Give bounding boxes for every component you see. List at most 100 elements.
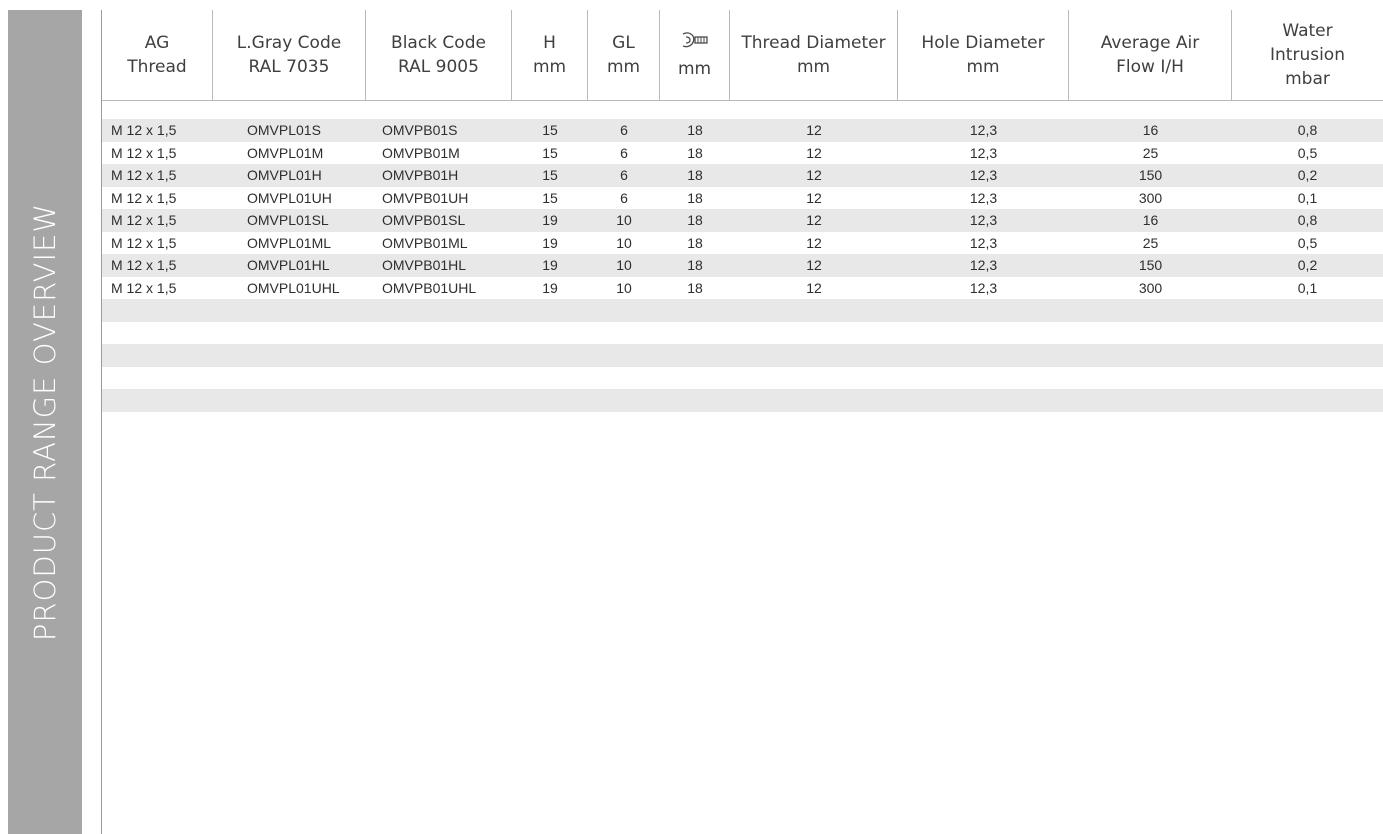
cell-black-code: OMVPB01HL [382,257,467,274]
cell-thread-diameter: 12 [806,257,822,274]
table-row: M 12 x 1,5 OMVPL01H OMVPB01H 15 6 18 12 12,3 150… [102,164,1383,187]
cell-ag-thread: M 12 x 1,5 [111,234,177,251]
cell-average-air-flow: 300 [1138,279,1163,296]
cell-light-gray-code: OMVPL01ML [247,234,332,251]
cell-wrench-mm: 18 [687,234,703,251]
cell-light-gray-code: OMVPL01SL [247,212,329,229]
cell-h-mm: 19 [542,234,558,251]
cell-hole-diameter: 12,3 [969,257,998,274]
cell-average-air-flow: 25 [1142,234,1159,251]
cell-gl-mm: 10 [616,279,632,296]
header-hole-diameter: Hole Diameter mm [898,10,1069,100]
cell-thread-diameter: 12 [806,234,822,251]
header-h-mm: Hmm [512,10,588,100]
cell-water-intrusion: 0,1 [1297,279,1318,296]
cell-ag-thread: M 12 x 1,5 [111,144,177,161]
cell-water-intrusion: 0,5 [1297,144,1318,161]
header-black-code-line: Black Code [391,33,486,53]
cell-water-intrusion: 0,8 [1297,212,1318,229]
header-gl-mm-line: GL [612,33,635,53]
cell-ag-thread: M 12 x 1,5 [111,257,177,274]
cell-h-mm: 19 [542,279,558,296]
cell-light-gray-code: OMVPL01HL [247,257,330,274]
cell-average-air-flow: 150 [1138,167,1163,184]
cell-h-mm: 15 [542,189,558,206]
header-water-intrusion-line: Intrusion [1270,45,1345,65]
cell-water-intrusion: 0,2 [1297,167,1318,184]
cell-h-mm: 15 [542,122,558,139]
header-h-mm-line: mm [532,57,567,77]
cell-black-code: OMVPB01UHL [382,279,477,296]
cell-hole-diameter: 12,3 [969,144,998,161]
header-gl-mm-line: mm [606,57,641,77]
cell-wrench-mm: 18 [687,122,703,139]
header-gl-mm: GL mm [588,10,660,100]
cell-light-gray-code: OMVPL01UHL [247,279,340,296]
cell-hole-diameter: 12,3 [969,279,998,296]
table-row [102,389,1383,412]
cell-gl-mm: 6 [620,122,628,139]
cell-h-mm: 19 [542,212,558,229]
cell-light-gray-code: OMVPL01S [247,122,321,139]
cell-black-code: OMVPB01UH [382,189,469,206]
table-row [102,367,1383,390]
header-black-code: Black Code RAL 9005 [366,10,512,100]
cell-ag-thread: M 12 x 1,5 [111,189,177,206]
cell-water-intrusion: 0,2 [1297,257,1318,274]
header-ag-thread-line: AG [144,33,170,53]
table-header: AG Thread L.Gray Code RAL 7035 Black Code RAL… [102,10,1383,101]
table-row [102,322,1383,345]
header-light-gray-code: L.Gray Code RAL 7035 [213,10,366,100]
table-row: M 12 x 1,5 OMVPL01ML OMVPB01ML 19 10 18 12 12,3… [102,232,1383,255]
cell-black-code: OMVPB01S [382,122,458,139]
header-thread-diameter: Thread Diameter mm [730,10,898,100]
cell-black-code: OMVPB01H [382,167,459,184]
table-body: M 12 x 1,5 OMVPL01S OMVPB01S 15 6 18 12 12,3 16 0… [102,119,1383,412]
cell-average-air-flow: 25 [1142,144,1159,161]
cell-gl-mm: 6 [620,167,628,184]
table-row: M 12 x 1,5 OMVPL01SL OMVPB01SL 19 10 18 12 12,3… [102,209,1383,232]
cell-black-code: OMVPB01M [382,144,460,161]
table-row: M 12 x 1,5 OMVPL01S OMVPB01S 15 6 18 12 12,3 16 0… [102,119,1383,142]
cell-gl-mm: 10 [616,257,632,274]
cell-thread-diameter: 12 [806,189,822,206]
cell-thread-diameter: 12 [806,144,822,161]
cell-hole-diameter: 12,3 [969,212,998,229]
cell-light-gray-code: OMVPL01H [247,167,322,184]
header-h-mm-line: H [543,33,556,53]
table-row: M 12 x 1,5 OMVPL01M OMVPB01M 15 6 18 12 12,3 25 0… [102,142,1383,165]
header-average-air-flow-line: Flow I/H [1116,57,1184,77]
cell-hole-diameter: 12,3 [969,167,998,184]
header-ag-thread-line: Thread [127,57,187,77]
wrench-icon [680,30,710,57]
cell-ag-thread: M 12 x 1,5 [111,167,177,184]
cell-wrench-mm: 18 [687,257,703,274]
table-row [102,299,1383,322]
cell-wrench-mm: 18 [687,144,703,161]
cell-thread-diameter: 12 [806,279,822,296]
cell-average-air-flow: 16 [1142,212,1159,229]
cell-thread-diameter: 12 [806,122,822,139]
cell-wrench-mm: 18 [687,212,703,229]
cell-h-mm: 15 [542,144,558,161]
cell-wrench-mm: 18 [687,189,703,206]
cell-ag-thread: M 12 x 1,5 [111,279,177,296]
header-water-intrusion-line: mbar [1285,69,1330,89]
header-hole-diameter-line: mm [966,57,1000,77]
product-table: AG Thread L.Gray Code RAL 7035 Black Code RAL… [102,10,1383,412]
cell-hole-diameter: 12,3 [969,189,998,206]
header-light-gray-code-line: RAL 7035 [248,57,330,77]
table-row: M 12 x 1,5 OMVPL01UHL OMVPB01UHL 19 10 18 12 12… [102,277,1383,300]
cell-gl-mm: 10 [616,212,632,229]
cell-hole-diameter: 12,3 [969,122,998,139]
cell-light-gray-code: OMVPL01UH [247,189,332,206]
header-thread-diameter-line: Thread Diameter [741,33,886,53]
header-wrench-mm: mm [660,10,730,100]
cell-thread-diameter: 12 [806,212,822,229]
cell-light-gray-code: OMVPL01M [247,144,324,161]
cell-black-code: OMVPB01ML [382,234,468,251]
cell-gl-mm: 6 [620,189,628,206]
header-black-code-line: RAL 9005 [398,57,479,77]
header-thread-diameter-line: mm [796,57,831,77]
table-row: M 12 x 1,5 OMVPL01HL OMVPB01HL 19 10 18 12 12,3… [102,254,1383,277]
